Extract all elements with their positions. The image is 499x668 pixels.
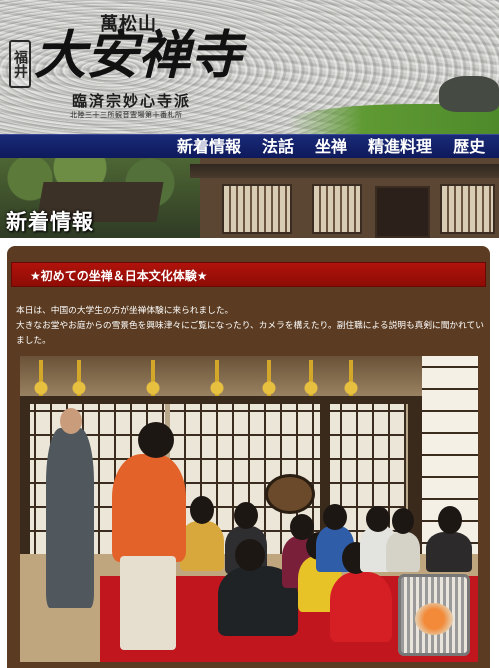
- hanging-ornament: [302, 360, 320, 398]
- hanging-ornament: [260, 360, 278, 398]
- student-figure: [112, 454, 186, 562]
- banner-lattice: [440, 184, 495, 234]
- article-photo: [20, 356, 478, 662]
- person-head: [234, 502, 258, 529]
- site-header: 萬松山 福井 大安禅寺 臨済宗妙心寺派 北陸三十三所観音霊場第十番札所: [0, 0, 499, 134]
- person-head: [392, 508, 414, 534]
- section-banner: 新着情報: [0, 158, 499, 238]
- garden-rock: [439, 76, 499, 112]
- article-panel: ★初めての坐禅＆日本文化体験★ 本日は、中国の大学生の方が坐禅体験に来られました…: [7, 246, 490, 668]
- monk-figure: [46, 428, 94, 608]
- section-title: 新着情報: [6, 209, 94, 234]
- space-heater: [398, 574, 470, 656]
- banner-eave: [190, 164, 499, 178]
- article-paragraph: 大きなお堂やお庭からの雪景色を興味津々にご覧になったり、カメラを構えたり。副住職…: [16, 321, 484, 346]
- photo-ceiling: [20, 356, 478, 398]
- monk-head: [60, 408, 82, 434]
- hanging-ornament: [144, 360, 162, 398]
- nav-item-shojin-cuisine[interactable]: 精進料理: [368, 136, 432, 157]
- hanging-ornament: [70, 360, 88, 398]
- seated-person: [180, 521, 224, 571]
- article-body: 本日は、中国の大学生の方が坐禅体験に来られました。 大きなお堂やお庭からの雪景色…: [16, 304, 484, 349]
- hanging-ornament: [342, 360, 360, 398]
- person-head: [366, 506, 390, 532]
- sect-name: 臨済宗妙心寺派: [72, 92, 192, 110]
- temple-logo[interactable]: 大安禅寺: [34, 26, 242, 86]
- seated-person: [426, 532, 472, 572]
- temple-drum: [265, 474, 315, 514]
- nav-item-sermon[interactable]: 法話: [262, 136, 294, 157]
- banner-lattice: [222, 184, 292, 234]
- person-head: [438, 506, 462, 534]
- seated-person: [330, 572, 392, 642]
- person-head: [190, 496, 214, 524]
- nav-item-zazen[interactable]: 坐禅: [315, 136, 347, 157]
- article-title[interactable]: ★初めての坐禅＆日本文化体験★: [30, 267, 208, 284]
- person-head: [235, 539, 265, 571]
- student-legs: [120, 556, 176, 650]
- student-head: [138, 422, 174, 458]
- hanging-ornament: [32, 360, 50, 398]
- banner-lattice: [312, 184, 362, 234]
- nav-item-history[interactable]: 歴史: [453, 136, 485, 157]
- article-paragraph: 本日は、中国の大学生の方が坐禅体験に来られました。: [16, 306, 234, 316]
- person-head: [323, 504, 347, 530]
- hanging-ornament: [208, 360, 226, 398]
- article-title-bar: ★初めての坐禅＆日本文化体験★: [11, 262, 486, 287]
- prefecture-label: 福井: [9, 40, 31, 88]
- nav-item-news[interactable]: 新着情報: [177, 136, 241, 157]
- banner-door: [375, 186, 430, 238]
- seated-person: [386, 532, 420, 572]
- pilgrimage-note: 北陸三十三所観音霊場第十番札所: [70, 111, 183, 119]
- main-nav: 新着情報 法話 坐禅 精進料理 歴史: [0, 134, 499, 158]
